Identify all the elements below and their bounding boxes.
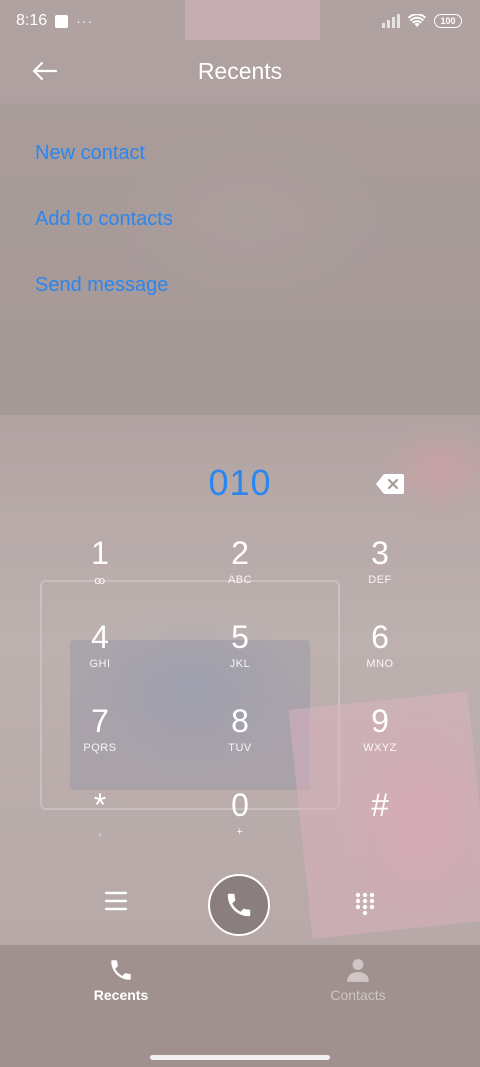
- key-digit: 2: [231, 535, 249, 571]
- menu-button[interactable]: [104, 890, 128, 912]
- key-letters: PQRS: [83, 742, 117, 754]
- call-button[interactable]: [208, 874, 270, 936]
- keypad: 1 ꝏ 2 ABC 3 DEF 4 GHI 5 JKL 6 MNO 7 PQRS…: [30, 530, 450, 866]
- phone-icon: [111, 960, 131, 980]
- key-6[interactable]: 6 MNO: [310, 614, 450, 698]
- key-letters: WXYZ: [363, 742, 397, 754]
- wifi-icon: [408, 14, 426, 27]
- status-right: 100: [382, 14, 462, 28]
- arrow-left-icon: [32, 61, 58, 81]
- key-digit: 6: [371, 619, 389, 655]
- key-letters: MNO: [366, 658, 394, 670]
- header: Recents: [0, 46, 480, 96]
- notification-icon: [55, 14, 69, 28]
- page-title: Recents: [197, 57, 283, 84]
- tab-recents-label: Recents: [93, 987, 149, 1003]
- key-hash[interactable]: #: [310, 782, 450, 866]
- key-2[interactable]: 2 ABC: [170, 530, 310, 614]
- status-left: 8:16 ···: [16, 12, 93, 30]
- signal-icon: [382, 14, 400, 28]
- home-indicator[interactable]: [150, 1055, 330, 1060]
- key-5[interactable]: 5 JKL: [170, 614, 310, 698]
- new-contact-link[interactable]: New contact: [35, 138, 173, 204]
- back-button[interactable]: [30, 56, 60, 86]
- key-letters: +: [236, 826, 244, 838]
- key-digit: 0: [231, 787, 249, 823]
- menu-icon: [104, 891, 128, 911]
- key-3[interactable]: 3 DEF: [310, 530, 450, 614]
- key-digit: 3: [371, 535, 389, 571]
- person-icon: [347, 959, 369, 982]
- add-to-contacts-link[interactable]: Add to contacts: [35, 204, 173, 270]
- call-bar: [0, 872, 480, 936]
- dialpad-toggle-button[interactable]: [354, 892, 376, 916]
- backspace-icon: [376, 474, 404, 494]
- key-digit: 8: [231, 703, 249, 739]
- battery-icon: 100: [434, 14, 462, 28]
- key-letters: ABC: [227, 574, 253, 586]
- key-digit: 4: [91, 619, 109, 655]
- key-letters: TUV: [228, 742, 252, 754]
- key-1[interactable]: 1 ꝏ: [30, 530, 170, 614]
- backspace-button[interactable]: [375, 473, 405, 495]
- key-digit: 5: [231, 619, 249, 655]
- key-star[interactable]: * ,: [30, 782, 170, 866]
- key-digit: *: [93, 787, 107, 823]
- key-7[interactable]: 7 PQRS: [30, 698, 170, 782]
- key-letters: ,: [98, 826, 102, 838]
- dialpad-icon: [355, 892, 375, 916]
- key-digit: 1: [91, 535, 109, 571]
- key-digit: 9: [371, 703, 389, 739]
- bottom-navigation: Recents Contacts: [0, 945, 480, 1067]
- tab-contacts-label: Contacts: [330, 987, 386, 1003]
- key-digit: 7: [91, 703, 109, 739]
- key-letters: JKL: [229, 658, 251, 670]
- tab-recents[interactable]: Recents: [61, 957, 181, 1003]
- key-0[interactable]: 0 +: [170, 782, 310, 866]
- key-4[interactable]: 4 GHI: [30, 614, 170, 698]
- send-message-link[interactable]: Send message: [35, 270, 173, 336]
- dialed-number: 010: [208, 462, 272, 503]
- dialed-number-options: New contact Add to contacts Send message: [35, 138, 173, 336]
- status-bar: 8:16 ··· 100: [0, 0, 480, 42]
- key-8[interactable]: 8 TUV: [170, 698, 310, 782]
- phone-icon: [227, 893, 251, 917]
- tab-contacts[interactable]: Contacts: [298, 957, 418, 1003]
- key-9[interactable]: 9 WXYZ: [310, 698, 450, 782]
- key-digit: #: [371, 787, 389, 823]
- status-time: 8:16: [16, 12, 48, 29]
- battery-level: 100: [440, 16, 456, 26]
- voicemail-icon: ꝏ: [94, 575, 106, 587]
- key-letters: GHI: [89, 658, 111, 670]
- key-letters: DEF: [368, 574, 392, 586]
- more-notifications-icon: ···: [76, 13, 94, 29]
